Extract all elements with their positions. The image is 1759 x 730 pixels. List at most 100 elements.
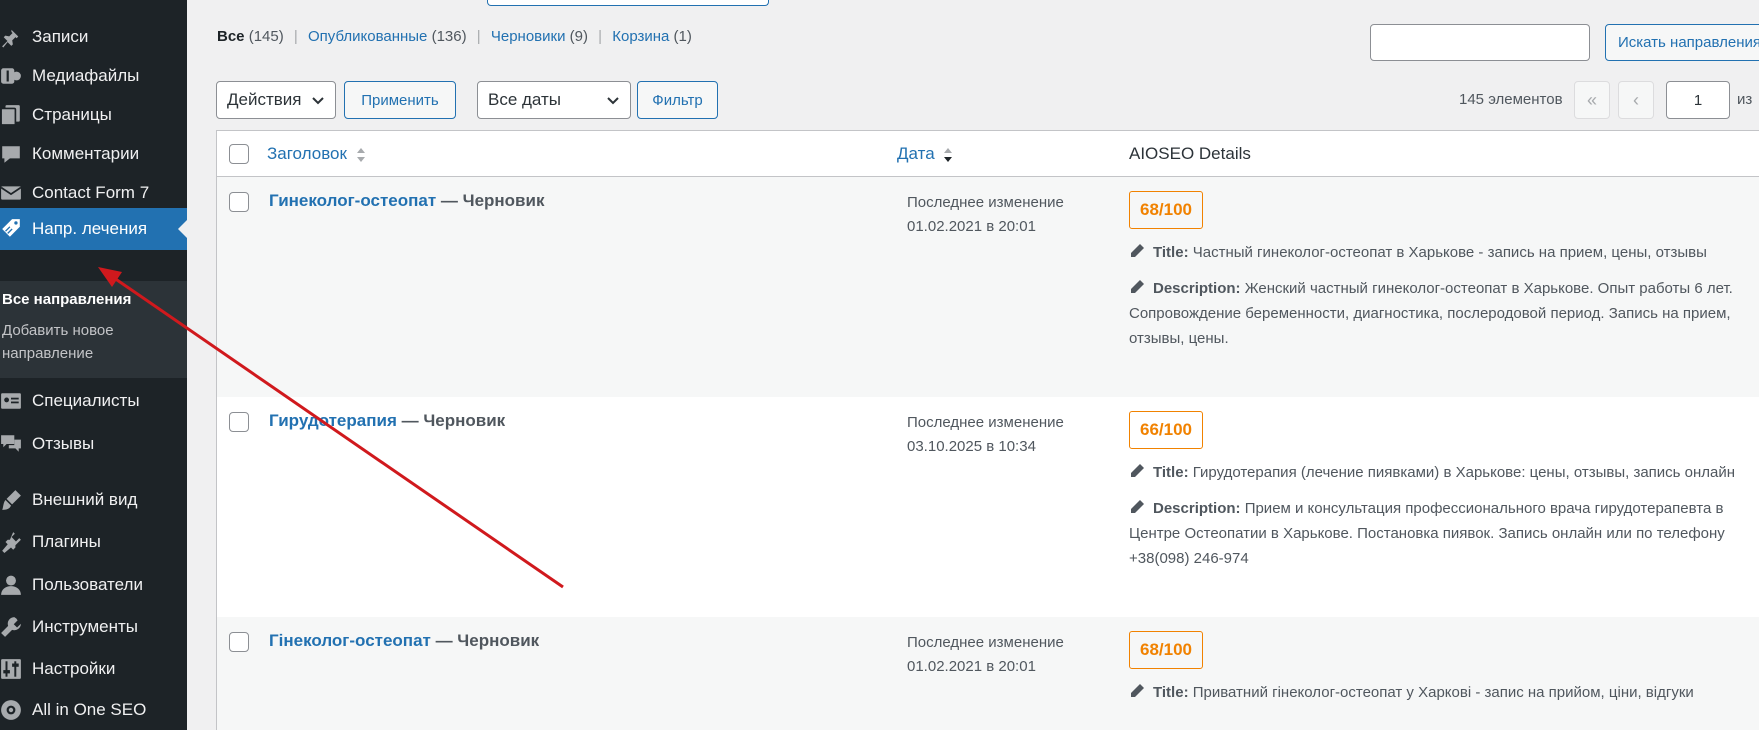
filter-button[interactable]: Фильтр: [637, 81, 718, 119]
sidebar-item-specialists[interactable]: Специалисты: [0, 380, 187, 422]
reviews-icon: [0, 423, 32, 465]
post-title-link[interactable]: Гинеколог-остеопат: [269, 191, 436, 210]
main-content: Все (145) | Опубликованные (136) | Черно…: [187, 0, 1759, 730]
brush-icon: [0, 479, 32, 521]
sidebar-item-settings[interactable]: Настройки: [0, 648, 187, 690]
seo-title: Title: Гирудотерапия (лечение пиявками) …: [1129, 460, 1749, 485]
sidebar-item-posts[interactable]: Записи: [0, 16, 187, 58]
sliders-icon: [0, 648, 32, 690]
post-title-link[interactable]: Гінеколог-остеопат: [269, 631, 431, 650]
date-value: 01.02.2021 в 20:01: [907, 218, 1036, 235]
filter-published[interactable]: Опубликованные: [308, 28, 427, 45]
filter-trash-count: (1): [673, 28, 692, 45]
filter-drafts[interactable]: Черновики: [491, 28, 566, 45]
date-value: 01.02.2021 в 20:01: [907, 658, 1036, 675]
table-row: Гінеколог-остеопат — Черновик Последнее …: [217, 617, 1759, 730]
seo-score-badge[interactable]: 68/100: [1129, 631, 1203, 669]
sidebar-item-aioseo[interactable]: All in One SEO: [0, 689, 187, 730]
seo-title-text: Частный гинеколог-остеопат в Харькове - …: [1192, 244, 1707, 261]
bulk-actions-select[interactable]: Действия: [216, 81, 336, 119]
date-value: 03.10.2025 в 10:34: [907, 438, 1036, 455]
pencil-icon[interactable]: [1129, 499, 1145, 515]
post-state: — Черновик: [436, 191, 545, 210]
column-date: Дата: [897, 144, 953, 164]
bulk-actions-value: Действия: [227, 90, 302, 109]
row-checkbox[interactable]: [229, 632, 249, 652]
seo-title-label: Title:: [1153, 464, 1189, 481]
table-row: Гинеколог-остеопат — Черновик Последнее …: [217, 177, 1759, 397]
filter-published-count: (136): [431, 28, 467, 45]
sort-desc-icon: [944, 147, 953, 162]
seo-description-label: Description:: [1153, 280, 1241, 297]
first-page-button[interactable]: «: [1574, 81, 1610, 119]
add-new-button-fragment[interactable]: [487, 0, 769, 6]
sidebar-item-pages[interactable]: Страницы: [0, 94, 187, 136]
row-date: Последнее изменение 01.02.2021 в 20:01: [907, 191, 1064, 239]
current-page-input[interactable]: 1: [1666, 81, 1730, 119]
aioseo-icon: [0, 689, 32, 730]
sidebar-item-plugins[interactable]: Плагины: [0, 521, 187, 563]
sort-by-date-link[interactable]: Дата: [897, 144, 935, 163]
sidebar-item-label: Напр. лечения: [32, 219, 148, 238]
date-label: Последнее изменение: [907, 194, 1064, 211]
row-title: Гирудотерапия — Черновик: [269, 411, 505, 431]
filter-drafts-count: (9): [569, 28, 588, 45]
posts-table: Заголовок Дата AIOSEO Details Гинеколог-…: [216, 130, 1759, 730]
row-checkbox[interactable]: [229, 412, 249, 432]
prev-page-button[interactable]: ‹: [1618, 81, 1654, 119]
seo-title: Title: Приватний гінеколог-остеопат у Ха…: [1129, 680, 1749, 705]
seo-description-label: Description:: [1153, 500, 1241, 517]
seo-description: Description: Прием и консультация профес…: [1129, 496, 1749, 571]
date-label: Последнее изменение: [907, 634, 1064, 651]
table-row: Гирудотерапия — Черновик Последнее измен…: [217, 397, 1759, 617]
comments-icon: [0, 133, 32, 175]
pages-icon: [0, 94, 32, 136]
status-filter-links: Все (145) | Опубликованные (136) | Черно…: [217, 28, 692, 45]
sidebar-item-label: Плагины: [32, 532, 101, 551]
sidebar-item-label: Contact Form 7: [32, 183, 150, 202]
submenu-all-treatments[interactable]: Все направления: [2, 288, 182, 311]
filter-all[interactable]: Все: [217, 28, 245, 45]
select-all-checkbox[interactable]: [229, 144, 249, 164]
seo-title-label: Title:: [1153, 684, 1189, 701]
sidebar-item-media[interactable]: Медиафайлы: [0, 55, 187, 97]
items-count: 145 элементов: [1459, 91, 1563, 108]
filter-separator: |: [476, 28, 481, 45]
sort-by-title-link[interactable]: Заголовок: [267, 144, 347, 163]
pencil-icon[interactable]: [1129, 243, 1145, 259]
apply-button[interactable]: Применить: [344, 81, 456, 119]
sidebar-item-label: Страницы: [32, 105, 112, 124]
filter-trash[interactable]: Корзина: [612, 28, 669, 45]
column-title: Заголовок: [267, 144, 366, 164]
sidebar-item-tools[interactable]: Инструменты: [0, 606, 187, 648]
sidebar-item-users[interactable]: Пользователи: [0, 564, 187, 606]
seo-score-badge[interactable]: 66/100: [1129, 411, 1203, 449]
column-aioseo-details: AIOSEO Details: [1129, 144, 1251, 163]
aioseo-details: 68/100 Title: Приватний гінеколог-остеоп…: [1129, 631, 1749, 705]
pencil-icon[interactable]: [1129, 279, 1145, 295]
post-state: — Черновик: [396, 411, 506, 430]
aioseo-details: 68/100 Title: Частный гинеколог-остеопат…: [1129, 191, 1749, 351]
user-icon: [0, 564, 32, 606]
sidebar-item-reviews[interactable]: Отзывы: [0, 423, 187, 465]
pencil-icon[interactable]: [1129, 463, 1145, 479]
filter-all-count: (145): [248, 28, 284, 45]
seo-title-label: Title:: [1153, 244, 1189, 261]
sidebar-item-comments[interactable]: Комментарии: [0, 133, 187, 175]
row-checkbox[interactable]: [229, 192, 249, 212]
sidebar-item-treatments[interactable]: Напр. лечения: [0, 208, 187, 250]
search-button[interactable]: Искать направления: [1605, 24, 1759, 61]
submenu-add-new-treatment[interactable]: Добавить новое направление: [2, 319, 182, 365]
post-title-link[interactable]: Гирудотерапия: [269, 411, 397, 430]
date-filter-select[interactable]: Все даты: [477, 81, 631, 119]
page-of-label: из: [1737, 91, 1753, 108]
search-input[interactable]: [1370, 24, 1590, 61]
row-title: Гинеколог-остеопат — Черновик: [269, 191, 544, 211]
pencil-icon[interactable]: [1129, 683, 1145, 699]
seo-score-badge[interactable]: 68/100: [1129, 191, 1203, 229]
wrench-icon: [0, 606, 32, 648]
seo-title-text: Гирудотерапия (лечение пиявками) в Харьк…: [1192, 464, 1736, 481]
sidebar-item-label: Инструменты: [32, 617, 139, 636]
sidebar-item-appearance[interactable]: Внешний вид: [0, 479, 187, 521]
filter-separator: |: [293, 28, 298, 45]
